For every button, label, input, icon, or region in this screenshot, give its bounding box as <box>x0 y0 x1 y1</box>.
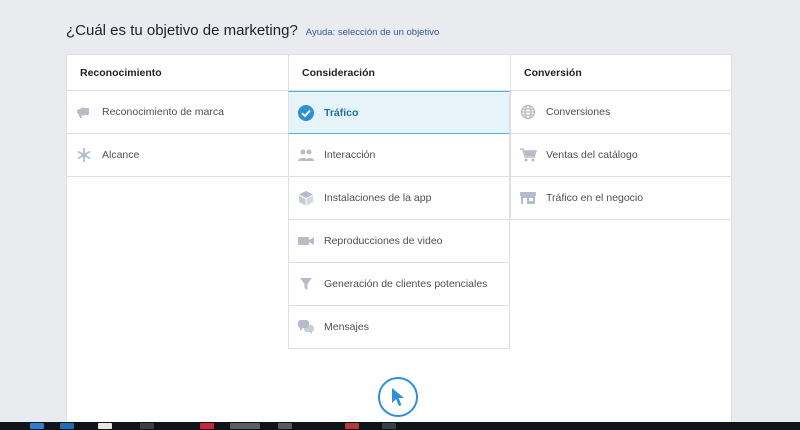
option-reconocimiento-de-marca[interactable]: Reconocimiento de marca <box>67 91 289 134</box>
column-consideracion: Consideración Tráfico Interacción Instal… <box>288 55 510 425</box>
os-taskbar <box>0 422 800 430</box>
mouse-pointer-icon <box>392 388 404 406</box>
option-label: Conversiones <box>546 106 611 118</box>
funnel-icon <box>297 275 315 293</box>
column-conversion: Conversión Conversiones Ventas del catál… <box>510 55 732 425</box>
help-link[interactable]: Ayuda: selección de un objetivo <box>306 27 439 38</box>
people-icon <box>297 146 315 164</box>
option-mensajes[interactable]: Mensajes <box>288 306 510 349</box>
shopping-cart-icon <box>519 146 537 164</box>
video-camera-icon <box>297 232 315 250</box>
chat-bubbles-icon <box>297 318 315 336</box>
check-circle-icon <box>297 104 315 122</box>
column-heading: Consideración <box>288 55 510 91</box>
option-label: Generación de clientes potenciales <box>324 278 488 290</box>
option-alcance[interactable]: Alcance <box>67 134 289 177</box>
option-label: Alcance <box>102 149 140 161</box>
option-instalaciones-de-la-app[interactable]: Instalaciones de la app <box>288 177 510 220</box>
option-label: Tráfico en el negocio <box>546 192 644 204</box>
option-reproducciones-de-video[interactable]: Reproducciones de video <box>288 220 510 263</box>
option-generacion-de-clientes-potenciales[interactable]: Generación de clientes potenciales <box>288 263 510 306</box>
page-header: ¿Cuál es tu objetivo de marketing? Ayuda… <box>66 22 439 42</box>
option-conversiones[interactable]: Conversiones <box>510 91 732 134</box>
option-label: Reconocimiento de marca <box>102 106 224 118</box>
cube-icon <box>297 189 315 207</box>
option-label: Ventas del catálogo <box>546 149 638 161</box>
storefront-icon <box>519 189 537 207</box>
option-label: Mensajes <box>324 321 369 333</box>
asterisk-icon <box>75 146 93 164</box>
page-title: ¿Cuál es tu objetivo de marketing? <box>66 22 298 39</box>
column-reconocimiento: Reconocimiento Reconocimiento de marca A… <box>67 55 289 425</box>
megaphone-icon <box>75 103 93 121</box>
option-interaccion[interactable]: Interacción <box>288 134 510 177</box>
option-label: Interacción <box>324 149 376 161</box>
option-trafico[interactable]: Tráfico <box>288 91 510 134</box>
option-label: Tráfico <box>324 106 359 119</box>
option-label: Reproducciones de video <box>324 235 443 247</box>
column-heading: Conversión <box>510 55 732 91</box>
option-label: Instalaciones de la app <box>324 192 432 204</box>
option-trafico-en-el-negocio[interactable]: Tráfico en el negocio <box>510 177 732 220</box>
column-heading: Reconocimiento <box>67 55 289 91</box>
globe-icon <box>519 103 537 121</box>
cursor-highlight <box>378 377 418 417</box>
objective-panel: Reconocimiento Reconocimiento de marca A… <box>66 54 732 426</box>
option-ventas-del-catalogo[interactable]: Ventas del catálogo <box>510 134 732 177</box>
